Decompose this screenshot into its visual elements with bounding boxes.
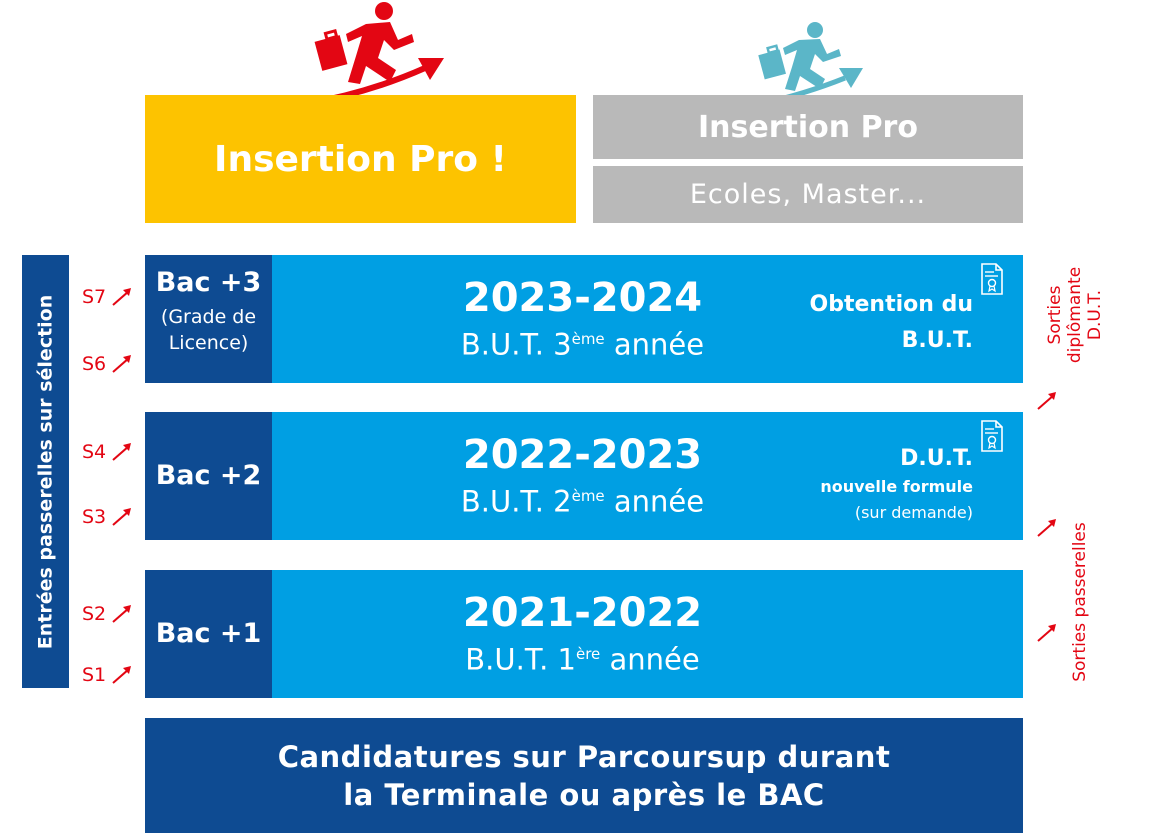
entrees-passerelles-bar: Entrées passerelles sur sélection [22,255,69,688]
year-block-1: 2021-2022 B.U.T. 1ère année [272,570,1023,698]
semester-s2: S2 [82,602,134,626]
arrow-up-right-icon [112,288,132,306]
arrow-up-right-icon [1037,519,1056,537]
arrow-up-right-icon [112,605,132,623]
arrow-up-right-icon [112,443,132,461]
year-label: 2022-2023 [462,432,703,479]
row-bac-1: Bac +1 2021-2022 B.U.T. 1ère année [145,570,1023,698]
sorties-dut-line-3: D.U.T. [1085,289,1105,341]
semester-s7: S7 [82,285,134,309]
bac-3-sub-2: Licence) [168,332,249,354]
parcoursup-line-2: la Terminale ou après le BAC [343,777,825,812]
sorties-dut-line-1: Sorties [1045,285,1065,345]
semester-label: S2 [82,603,107,625]
semester-s1: S1 [82,663,134,687]
parcoursup-line-1: Candidatures sur Parcoursup durant [277,739,891,774]
insertion-pro-label: Insertion Pro ! [214,138,507,180]
arrow-up-right-icon [112,508,132,526]
semester-label: S7 [82,286,107,308]
parcoursup-box: Candidatures sur Parcoursup durant la Te… [145,718,1023,833]
semester-label: S6 [82,353,107,375]
row-bac-3: Bac +3 (Grade de Licence) 2023-2024 B.U.… [145,255,1023,383]
dut-line-2: nouvelle formule [820,477,973,496]
bac-3-sub-1: (Grade de [160,306,257,328]
ecoles-master-box: Ecoles, Master... [593,166,1023,223]
semester-s6: S6 [82,352,134,376]
dut-nouvelle-formule: D.U.T. nouvelle formule (sur demande) [820,444,973,526]
level-label: B.U.T. 3ème année [460,327,705,362]
insertion-pro-box: Insertion Pro ! [145,95,576,223]
sorties-passerelles-label: Sorties passerelles [1070,517,1090,687]
bac-1-box: Bac +1 [145,570,272,698]
runner-red-icon [304,2,444,107]
row-bac-2: Bac +2 2022-2023 B.U.T. 2ème année D.U.T… [145,412,1023,540]
bac-2-box: Bac +2 [145,412,272,540]
semester-label: S4 [82,441,107,463]
arrow-up-right-icon [1037,624,1056,642]
obtention-but: Obtention du B.U.T. [810,287,973,359]
obtention-line-2: B.U.T. [901,328,973,353]
level-label: B.U.T. 2ème année [460,484,705,519]
insertion-pro-grey-label: Insertion Pro [698,109,918,145]
year-label: 2023-2024 [462,275,703,322]
sorties-dut-line-2: diplômante [1065,266,1085,364]
year-label: 2021-2022 [462,590,703,637]
ecoles-master-label: Ecoles, Master... [689,179,927,210]
arrow-up-right-icon [1037,392,1056,410]
semester-s3: S3 [82,505,134,529]
diploma-document-icon [981,263,1003,295]
entrees-passerelles-label: Entrées passerelles sur sélection [34,294,57,649]
sorties-passerelles-text: Sorties passerelles [1070,522,1090,682]
sorties-diplomante-label: Sorties diplômante D.U.T. [1045,250,1105,380]
bac-3-title: Bac +3 [155,267,262,298]
dut-line-1: D.U.T. [900,446,973,471]
diploma-document-icon [981,420,1003,452]
obtention-line-1: Obtention du [809,292,973,317]
dut-line-3: (sur demande) [854,503,973,522]
level-label: B.U.T. 1ère année [465,642,700,677]
bac-1-title: Bac +1 [155,618,262,649]
arrow-up-right-icon [112,666,132,684]
bac-2-title: Bac +2 [155,460,262,491]
semester-label: S1 [82,664,107,686]
semester-label: S3 [82,506,107,528]
arrow-up-right-icon [112,355,132,373]
bac-3-box: Bac +3 (Grade de Licence) [145,255,272,383]
semester-s4: S4 [82,440,134,464]
insertion-pro-grey-box: Insertion Pro [593,95,1023,159]
